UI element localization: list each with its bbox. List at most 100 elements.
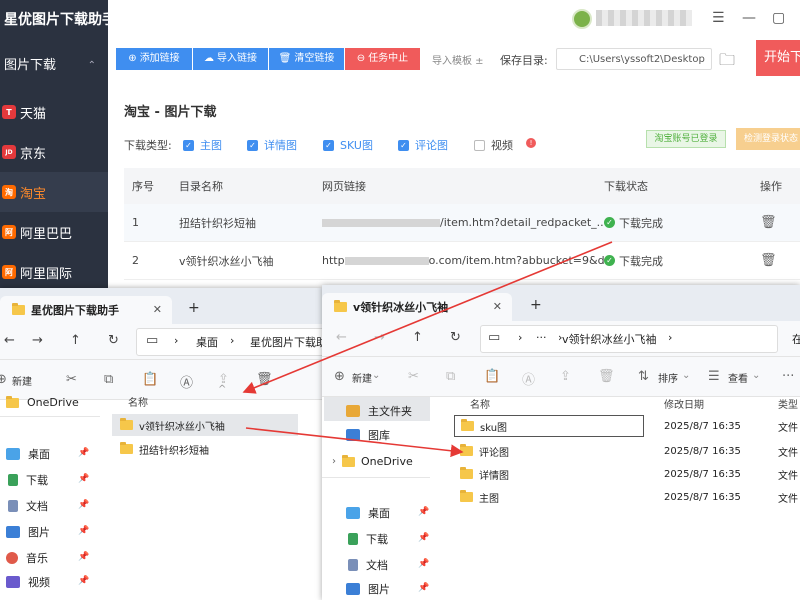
pin-icon[interactable]: 📌	[418, 583, 429, 593]
file-row-selected[interactable]: v领针织冰丝小飞袖	[112, 414, 298, 436]
checkbox-detail-image[interactable]: ✓ 详情图	[247, 137, 297, 153]
share-icon[interactable]: ⇪	[560, 369, 571, 384]
file-row[interactable]: 主图	[454, 486, 499, 508]
cut-icon[interactable]: ✂	[66, 372, 77, 387]
nav-item-gallery[interactable]: 图库	[346, 427, 390, 443]
folder-open-icon[interactable]: 🗀	[719, 49, 735, 76]
column-header-date[interactable]: 修改日期	[664, 396, 704, 411]
rename-icon[interactable]: Ⓐ	[180, 372, 193, 391]
nav-item-documents[interactable]: 文档	[6, 498, 48, 514]
nav-item-downloads[interactable]: 下载	[6, 472, 48, 488]
pin-icon[interactable]: 📌	[78, 474, 89, 484]
pin-icon[interactable]: 📌	[418, 507, 429, 517]
view-icon[interactable]: ☰	[708, 369, 720, 384]
import-template-link[interactable]: 导入模板 ±	[432, 52, 484, 67]
new-button[interactable]: 新建	[352, 370, 372, 385]
settings-sliders-icon[interactable]: ☰	[712, 10, 725, 26]
sidebar-item-tmall[interactable]: T 天猫	[0, 92, 108, 132]
clear-link-button[interactable]: 🗑 清空链接	[269, 48, 344, 70]
file-row[interactable]: 评论图	[454, 440, 509, 462]
view-button[interactable]: 查看	[728, 370, 748, 385]
delete-icon[interactable]: 🗑	[598, 369, 615, 384]
chevron-right-icon[interactable]: ›	[332, 456, 336, 467]
check-login-button[interactable]: 检测登录状态	[736, 128, 800, 150]
copy-icon[interactable]: ⧉	[104, 372, 113, 387]
new-plus-icon[interactable]: ⊕	[0, 372, 7, 387]
nav-item-desktop[interactable]: 桌面	[6, 446, 50, 462]
nav-item-onedrive[interactable]: OneDrive	[6, 395, 79, 409]
rename-icon[interactable]: Ⓐ	[522, 369, 535, 388]
nav-item-documents[interactable]: 文档	[346, 557, 388, 573]
file-row[interactable]: 详情图	[454, 463, 509, 485]
explorer-tab[interactable]: 星优图片下载助手 ✕	[0, 296, 172, 324]
delete-row-icon[interactable]: 🗑	[760, 253, 777, 268]
maximize-icon[interactable]: ▢	[772, 10, 785, 26]
pin-icon[interactable]: 📌	[78, 448, 89, 458]
nav-item-onedrive[interactable]: › OneDrive	[332, 454, 413, 468]
close-icon[interactable]: ✕	[153, 303, 162, 316]
checkbox-main-image[interactable]: ✓ 主图	[183, 137, 222, 153]
new-plus-icon[interactable]: ⊕	[334, 369, 345, 384]
forward-arrow-icon[interactable]: →	[32, 333, 43, 348]
pin-icon[interactable]: 📌	[78, 526, 89, 536]
sort-icon[interactable]: ⇅	[638, 369, 649, 384]
forward-arrow-icon[interactable]: →	[374, 330, 385, 345]
refresh-icon[interactable]: ↻	[108, 333, 119, 348]
nav-item-desktop[interactable]: 桌面	[346, 505, 390, 521]
nav-item-pictures[interactable]: 图片	[6, 524, 50, 540]
pin-icon[interactable]: 📌	[418, 559, 429, 569]
delete-row-icon[interactable]: 🗑	[760, 215, 777, 230]
avatar[interactable]	[572, 9, 592, 29]
file-row[interactable]: 扭结针织衫短袖	[112, 438, 298, 460]
copy-icon[interactable]: ⧉	[446, 369, 455, 384]
pin-icon[interactable]: 📌	[78, 500, 89, 510]
sidebar-item-taobao[interactable]: 淘 淘宝	[0, 172, 108, 212]
minimize-icon[interactable]: —	[742, 10, 756, 26]
search-cut-icon[interactable]: 在	[792, 331, 800, 347]
nav-item-home[interactable]: 主文件夹	[346, 403, 412, 419]
back-arrow-icon[interactable]: ←	[336, 330, 347, 345]
column-header-type[interactable]: 类型	[778, 396, 798, 411]
up-arrow-icon[interactable]: ↑	[70, 333, 81, 348]
save-dir-input[interactable]: C:\Users\yssoft2\Desktop	[556, 48, 712, 70]
refresh-icon[interactable]: ↻	[450, 330, 461, 345]
checkbox-review-image[interactable]: ✓ 评论图	[398, 137, 448, 153]
up-arrow-icon[interactable]: ↑	[412, 330, 423, 345]
nav-item-pictures[interactable]: 图片	[346, 581, 390, 597]
start-download-button[interactable]: 开始下载	[756, 40, 800, 76]
pin-icon[interactable]: 📌	[418, 533, 429, 543]
column-header-name[interactable]: 名称	[470, 396, 490, 411]
sidebar-group-image-download[interactable]: 图片下载 ⌃	[0, 40, 108, 92]
file-row-focused[interactable]: sku图	[454, 415, 644, 437]
back-arrow-icon[interactable]: ←	[4, 333, 15, 348]
breadcrumb-item[interactable]: 桌面	[196, 334, 218, 350]
pin-icon[interactable]: 📌	[78, 576, 89, 586]
nav-item-music[interactable]: 音乐	[6, 550, 48, 566]
table-row[interactable]: 1 扭结针织衫短袖 /item.htm?detail_redpacket_...…	[124, 204, 800, 242]
new-button[interactable]: 新建	[12, 373, 32, 388]
close-icon[interactable]: ✕	[493, 300, 502, 313]
checkbox-video[interactable]: 视频	[474, 137, 513, 153]
sidebar-item-alibaba[interactable]: 阿 阿里巴巴	[0, 212, 108, 252]
column-header-name[interactable]: 名称	[128, 394, 148, 409]
cut-icon[interactable]: ✂	[408, 369, 419, 384]
warning-info-icon[interactable]: !	[526, 138, 536, 148]
chevron-down-icon[interactable]: ⌄	[752, 370, 760, 381]
chevron-down-icon[interactable]: ⌄	[682, 370, 690, 381]
new-tab-plus-icon[interactable]: +	[530, 297, 542, 313]
add-link-button[interactable]: ⊕ 添加链接	[116, 48, 192, 70]
pin-icon[interactable]: 📌	[78, 552, 89, 562]
more-ellipsis-icon[interactable]: ···	[536, 331, 547, 344]
breadcrumb-item[interactable]: v领针织冰丝小飞袖	[562, 331, 657, 347]
more-ellipsis-icon[interactable]: ···	[782, 369, 794, 384]
import-link-button[interactable]: ☁ 导入链接	[193, 48, 268, 70]
new-tab-plus-icon[interactable]: +	[188, 300, 200, 316]
chevron-down-icon[interactable]: ⌄	[372, 370, 380, 381]
delete-icon[interactable]: 🗑	[256, 372, 273, 387]
sidebar-item-alibaba-intl[interactable]: 阿 阿里国际	[0, 252, 108, 292]
sidebar-item-jd[interactable]: JD 京东	[0, 132, 108, 172]
paste-icon[interactable]: 📋	[484, 369, 500, 384]
sort-button[interactable]: 排序	[658, 370, 678, 385]
checkbox-sku-image[interactable]: ✓ SKU图	[323, 137, 373, 153]
stop-task-button[interactable]: ⊖ 任务中止	[345, 48, 420, 70]
